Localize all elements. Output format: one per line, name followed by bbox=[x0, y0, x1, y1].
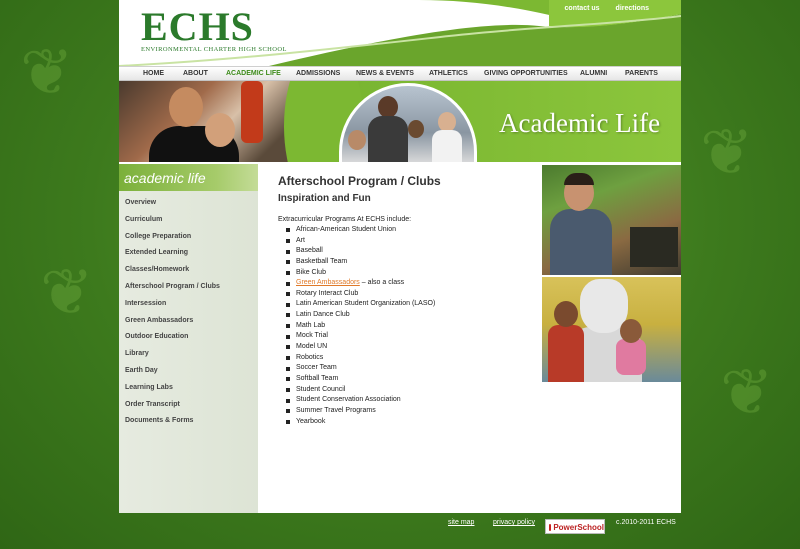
directions-link[interactable]: directions bbox=[616, 5, 649, 12]
sidebar-item-library[interactable]: Library bbox=[119, 346, 258, 363]
list-item: Baseball bbox=[286, 246, 538, 257]
list-item: Student Conservation Association bbox=[286, 395, 538, 406]
content-area: academic life Overview Curriculum Colleg… bbox=[119, 164, 681, 513]
bullet-icon bbox=[286, 409, 290, 414]
powerschool-badge[interactable]: PowerSchool bbox=[545, 519, 605, 534]
program-list: African-American Student Union Art Baseb… bbox=[278, 225, 538, 427]
sidebar-item-overview[interactable]: Overview bbox=[119, 195, 258, 212]
nav-alumni[interactable]: ALUMNI bbox=[580, 70, 607, 77]
sidebar-item-learning-labs[interactable]: Learning Labs bbox=[119, 380, 258, 397]
bullet-icon bbox=[286, 345, 290, 350]
page-subtitle: Inspiration and Fun bbox=[278, 193, 371, 204]
nav-about[interactable]: ABOUT bbox=[183, 70, 208, 77]
nav-home[interactable]: HOME bbox=[143, 70, 164, 77]
list-item: Latin Dance Club bbox=[286, 310, 538, 321]
site-map-link[interactable]: site map bbox=[448, 519, 474, 526]
nav-academic-life[interactable]: ACADEMIC LIFE bbox=[226, 70, 281, 77]
contact-us-link[interactable]: contact us bbox=[565, 5, 600, 12]
bullet-icon bbox=[286, 249, 290, 254]
banner-photo-students bbox=[119, 81, 364, 164]
leaf-decoration: ❦ bbox=[700, 116, 754, 188]
bullet-icon bbox=[286, 334, 290, 339]
list-item: Yearbook bbox=[286, 417, 538, 428]
nav-admissions[interactable]: ADMISSIONS bbox=[296, 70, 340, 77]
sidebar-item-extended-learning[interactable]: Extended Learning bbox=[119, 245, 258, 262]
bullet-icon bbox=[286, 387, 290, 392]
nav-giving-opportunities[interactable]: GIVING OPPORTUNITIES bbox=[484, 70, 568, 77]
green-ambassadors-note: – also a class bbox=[359, 279, 405, 287]
leaf-decoration: ❦ bbox=[20, 36, 74, 108]
sidebar-item-order-transcript[interactable]: Order Transcript bbox=[119, 397, 258, 414]
list-item: Bike Club bbox=[286, 268, 538, 279]
nav-news-events[interactable]: NEWS & EVENTS bbox=[356, 70, 414, 77]
list-item: Math Lab bbox=[286, 321, 538, 332]
list-item: Summer Travel Programs bbox=[286, 406, 538, 417]
leaf-decoration: ❦ bbox=[720, 356, 774, 428]
nav-athletics[interactable]: ATHLETICS bbox=[429, 70, 468, 77]
bullet-icon bbox=[286, 228, 290, 233]
bullet-icon bbox=[286, 419, 290, 424]
list-item: Latin American Student Organization (LAS… bbox=[286, 299, 538, 310]
list-item: Rotary Interact Club bbox=[286, 289, 538, 300]
bullet-icon bbox=[286, 398, 290, 403]
page-banner: Academic Life bbox=[119, 81, 681, 164]
list-item: African-American Student Union bbox=[286, 225, 538, 236]
sidebar-title: academic life bbox=[119, 164, 258, 191]
sidebar-item-afterschool[interactable]: Afterschool Program / Clubs bbox=[119, 279, 258, 296]
list-item: Student Council bbox=[286, 385, 538, 396]
bullet-icon bbox=[286, 238, 290, 243]
main-nav: HOME ABOUT ACADEMIC LIFE ADMISSIONS NEWS… bbox=[119, 66, 681, 81]
logo-subtitle: ENVIRONMENTAL CHARTER HIGH SCHOOL bbox=[141, 46, 287, 53]
list-item: Soccer Team bbox=[286, 363, 538, 374]
footer: site map privacy policy PowerSchool c.20… bbox=[119, 513, 681, 549]
bullet-icon bbox=[286, 270, 290, 275]
list-item: Softball Team bbox=[286, 374, 538, 385]
bullet-icon bbox=[286, 366, 290, 371]
sidebar-item-intersession[interactable]: Intersession bbox=[119, 296, 258, 313]
logo-text: ECHS bbox=[141, 4, 254, 49]
powerschool-icon bbox=[549, 524, 552, 531]
list-item: Model UN bbox=[286, 342, 538, 353]
sidebar-item-green-ambassadors[interactable]: Green Ambassadors bbox=[119, 313, 258, 330]
page-title: Afterschool Program / Clubs bbox=[278, 174, 441, 188]
bullet-icon bbox=[286, 324, 290, 329]
list-item: Mock Trial bbox=[286, 331, 538, 342]
sidebar-item-classes-homework[interactable]: Classes/Homework bbox=[119, 262, 258, 279]
bullet-icon bbox=[286, 302, 290, 307]
bullet-icon bbox=[286, 281, 290, 286]
sidebar-item-documents-forms[interactable]: Documents & Forms bbox=[119, 413, 258, 430]
photo-tiger-mascot-with-kids bbox=[542, 277, 681, 382]
bullet-icon bbox=[286, 356, 290, 360]
photo-student-with-plants bbox=[542, 165, 681, 275]
intro-text: Extracurricular Programs At ECHS include… bbox=[278, 216, 412, 223]
list-item: Art bbox=[286, 236, 538, 247]
bullet-icon bbox=[286, 377, 290, 382]
sidebar-item-earth-day[interactable]: Earth Day bbox=[119, 363, 258, 380]
banner-title: Academic Life bbox=[499, 108, 661, 138]
bullet-icon bbox=[286, 260, 290, 265]
list-item: Robotics bbox=[286, 353, 538, 364]
leaf-decoration: ❦ bbox=[40, 256, 94, 328]
page-container: ECHS ENVIRONMENTAL CHARTER HIGH SCHOOL c… bbox=[119, 0, 681, 549]
green-ambassadors-link[interactable]: Green Ambassadors bbox=[296, 278, 360, 289]
copyright-text: c.2010-2011 ECHS bbox=[616, 519, 676, 526]
sidebar-item-outdoor-education[interactable]: Outdoor Education bbox=[119, 329, 258, 346]
nav-parents[interactable]: PARENTS bbox=[625, 70, 658, 77]
list-item: Basketball Team bbox=[286, 257, 538, 268]
sidebar: academic life Overview Curriculum Colleg… bbox=[119, 164, 258, 513]
top-links: contact us directions bbox=[565, 5, 649, 12]
sidebar-item-college-preparation[interactable]: College Preparation bbox=[119, 229, 258, 246]
list-item: Green Ambassadors – also a class bbox=[286, 278, 538, 289]
sidebar-item-curriculum[interactable]: Curriculum bbox=[119, 212, 258, 229]
privacy-policy-link[interactable]: privacy policy bbox=[493, 519, 535, 526]
main-content: Afterschool Program / Clubs Inspiration … bbox=[278, 174, 538, 427]
school-logo[interactable]: ECHS ENVIRONMENTAL CHARTER HIGH SCHOOL bbox=[141, 4, 287, 54]
bullet-icon bbox=[286, 292, 290, 297]
sidebar-menu: Overview Curriculum College Preparation … bbox=[119, 191, 258, 430]
header: ECHS ENVIRONMENTAL CHARTER HIGH SCHOOL c… bbox=[119, 0, 681, 66]
bullet-icon bbox=[286, 313, 290, 318]
